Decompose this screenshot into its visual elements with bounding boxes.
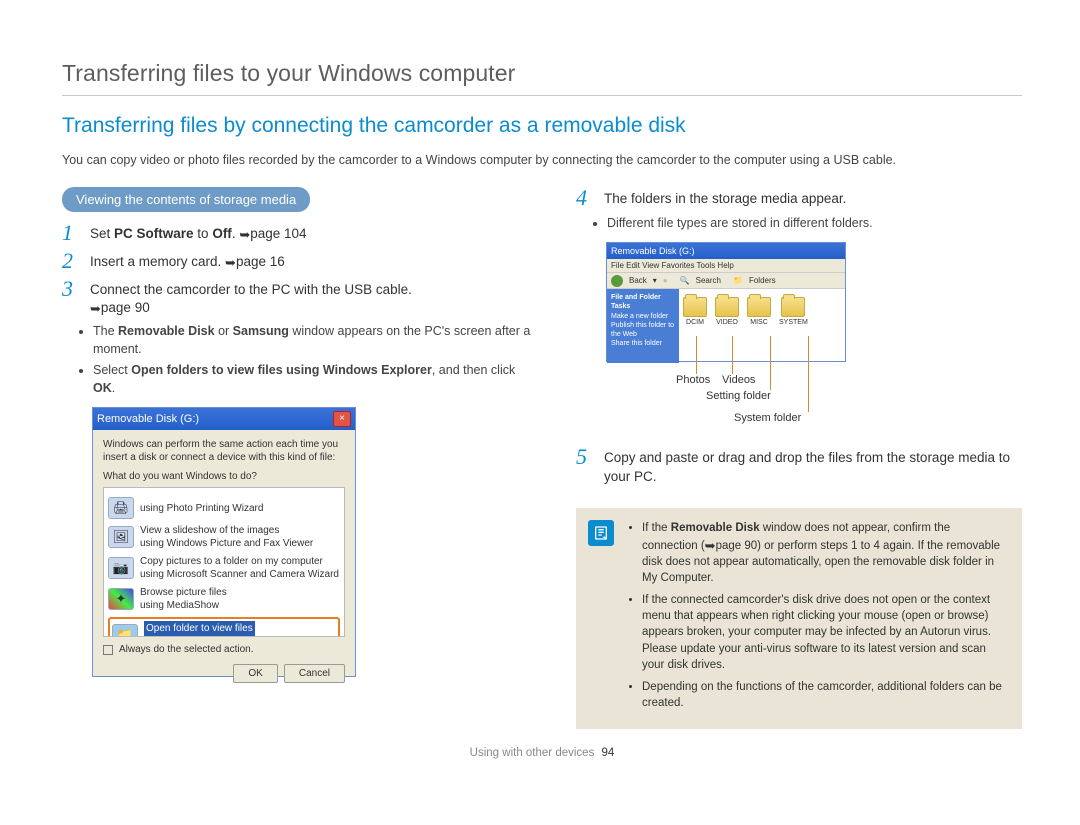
step-text: Connect the camcorder to the PC with the… xyxy=(90,282,412,297)
page-title: Transferring files to your Windows compu… xyxy=(62,60,1022,87)
step-2: 2 Insert a memory card. ➥page 16 xyxy=(62,250,532,272)
sub-bullet: The Removable Disk or Samsung window app… xyxy=(93,323,532,358)
intro-text: You can copy video or photo files record… xyxy=(62,152,1022,169)
page-ref: page 16 xyxy=(236,254,285,269)
step-text: to xyxy=(194,226,213,241)
folder-icon xyxy=(715,297,739,317)
wizard-icon: 🖨 xyxy=(108,497,134,519)
folder-icon xyxy=(683,297,707,317)
folder-dcim: DCIM xyxy=(683,297,707,355)
dialog-msg: Windows can perform the same action each… xyxy=(103,438,345,464)
explorer-sidebar: File and Folder Tasks Make a new folder … xyxy=(607,289,679,363)
note-icon xyxy=(588,520,614,546)
footer: Using with other devices 94 xyxy=(62,747,1022,759)
step-3: 3 Connect the camcorder to the PC with t… xyxy=(62,278,532,317)
step-text: Insert a memory card. xyxy=(90,254,225,269)
explorer-title: Removable Disk (G:) xyxy=(607,243,845,259)
step-text: . xyxy=(232,226,240,241)
folder-system: SYSTEM xyxy=(779,297,808,355)
arrow-icon: ➥ xyxy=(239,226,250,244)
divider xyxy=(62,95,1022,96)
step-number: 1 xyxy=(62,222,80,244)
ok-button: OK xyxy=(233,664,277,683)
folder-icon xyxy=(781,297,805,317)
step-5: 5 Copy and paste or drag and drop the fi… xyxy=(576,446,1022,485)
step-number: 5 xyxy=(576,446,594,468)
step-4: 4 The folders in the storage media appea… xyxy=(576,187,1022,209)
sub-bullet: Different file types are stored in diffe… xyxy=(607,215,1022,233)
step-1: 1 Set PC Software to Off. ➥page 104 xyxy=(62,222,532,244)
folder-callouts: Photos Videos Setting folder System fold… xyxy=(606,366,846,446)
note-bullet: If the Removable Disk window does not ap… xyxy=(642,520,1008,586)
subsection-pill: Viewing the contents of storage media xyxy=(62,187,310,212)
folder-video: VIDEO xyxy=(715,297,739,355)
arrow-icon: ➥ xyxy=(90,300,101,318)
footer-section: Using with other devices xyxy=(470,747,595,759)
checkbox-icon xyxy=(103,645,113,655)
explorer-window: Removable Disk (G:) File Edit View Favor… xyxy=(606,242,846,362)
callout-setting: Setting folder xyxy=(706,390,771,402)
slideshow-icon: 🖼 xyxy=(108,526,134,548)
folder-icon xyxy=(747,297,771,317)
note-bullet: Depending on the functions of the camcor… xyxy=(642,679,1008,711)
note-bullet: If the connected camcorder's disk drive … xyxy=(642,592,1008,672)
close-icon: × xyxy=(333,411,351,427)
arrow-icon: ➥ xyxy=(705,537,716,555)
page-ref: page 104 xyxy=(250,226,306,241)
folder-icon: 📁 xyxy=(112,624,138,637)
sub-bullet: Select Open folders to view files using … xyxy=(93,362,532,397)
folder-misc: MISC xyxy=(747,297,771,355)
step-bold: Off xyxy=(212,226,232,241)
removable-disk-dialog: Removable Disk (G:) × Windows can perfor… xyxy=(92,407,356,677)
step-number: 3 xyxy=(62,278,80,300)
note-box: If the Removable Disk window does not ap… xyxy=(576,508,1022,729)
step-number: 4 xyxy=(576,187,594,209)
page-number: 94 xyxy=(602,747,615,759)
step-number: 2 xyxy=(62,250,80,272)
step-text: Copy and paste or drag and drop the file… xyxy=(604,446,1022,485)
dialog-prompt: What do you want Windows to do? xyxy=(103,470,345,483)
browse-icon: ✦ xyxy=(108,588,134,610)
page-ref: page 90 xyxy=(101,300,150,315)
callout-videos: Videos xyxy=(722,374,755,386)
section-title: Transferring files by connecting the cam… xyxy=(62,114,1022,138)
back-icon xyxy=(611,275,623,287)
step-text: The folders in the storage media appear. xyxy=(604,187,1022,208)
explorer-menu: File Edit View Favorites Tools Help xyxy=(607,259,845,273)
step-text: Set xyxy=(90,226,114,241)
arrow-icon: ➥ xyxy=(225,254,236,272)
dialog-title: Removable Disk (G:) xyxy=(97,413,199,425)
callout-photos: Photos xyxy=(676,374,710,386)
callout-system: System folder xyxy=(734,412,801,424)
cancel-button: Cancel xyxy=(284,664,345,683)
copy-icon: 📷 xyxy=(108,557,134,579)
step-bold: PC Software xyxy=(114,226,194,241)
